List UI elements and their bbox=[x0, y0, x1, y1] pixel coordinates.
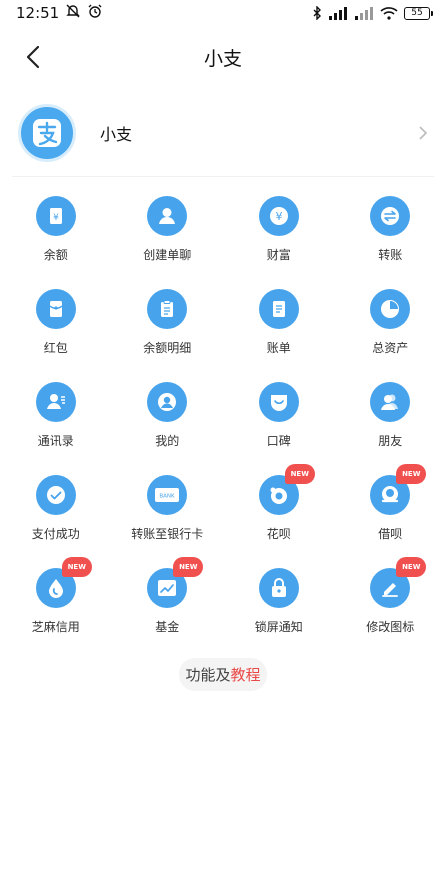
new-badge: NEW bbox=[284, 464, 315, 484]
battery-icon: 55 bbox=[404, 6, 433, 20]
check-icon bbox=[35, 475, 76, 515]
page-title: 小支 bbox=[203, 48, 242, 70]
svg-text:¥: ¥ bbox=[275, 210, 282, 223]
tile-lock-screen-notice[interactable]: 锁屏通知 bbox=[223, 566, 335, 634]
tile-label: 修改图标 bbox=[366, 620, 415, 634]
tutorial-link[interactable]: 功能及教程 bbox=[179, 658, 267, 691]
profile-name: 小支 bbox=[100, 125, 133, 144]
tile-friends[interactable]: 朋友 bbox=[335, 380, 446, 448]
tile-label: 红包 bbox=[43, 341, 68, 355]
bill-icon bbox=[258, 289, 299, 329]
tile-label: 口碑 bbox=[266, 434, 291, 448]
new-badge: NEW bbox=[173, 557, 204, 577]
tile-bill[interactable]: 账单 bbox=[223, 287, 335, 355]
muted-bell-icon bbox=[65, 3, 81, 23]
new-badge: NEW bbox=[396, 557, 427, 577]
tile-label: 基金 bbox=[155, 620, 180, 634]
lock-icon bbox=[258, 568, 299, 608]
tile-change-icon[interactable]: NEW 修改图标 bbox=[335, 557, 446, 634]
signal-icon bbox=[354, 6, 374, 20]
new-badge: NEW bbox=[61, 557, 92, 577]
tile-balance-detail[interactable]: 余额明细 bbox=[112, 287, 224, 355]
tile-sesame-credit[interactable]: NEW 芝麻信用 bbox=[0, 557, 112, 634]
nav-bar: 小支 bbox=[0, 30, 446, 84]
tile-label: 锁屏通知 bbox=[254, 620, 303, 634]
tile-transfer-to-bank[interactable]: BANK 转账至银行卡 bbox=[112, 473, 224, 541]
tile-label: 借呗 bbox=[378, 527, 403, 541]
tutorial-accent: 教程 bbox=[230, 666, 261, 684]
tile-transfer[interactable]: 转账 bbox=[335, 194, 446, 262]
tile-label: 花呗 bbox=[266, 527, 291, 541]
tile-mine[interactable]: 我的 bbox=[112, 380, 224, 448]
clock-time: 12:51 bbox=[16, 4, 60, 22]
tile-label: 我的 bbox=[155, 434, 180, 448]
tile-label: 总资产 bbox=[372, 341, 409, 355]
battery-level: 55 bbox=[411, 7, 423, 18]
tile-huabei[interactable]: NEW 花呗 bbox=[223, 464, 335, 541]
bank-card-icon: BANK bbox=[147, 475, 188, 515]
friends-icon bbox=[370, 382, 411, 422]
tile-label: 转账至银行卡 bbox=[131, 527, 204, 541]
tile-label: 芝麻信用 bbox=[31, 620, 80, 634]
tile-label: 朋友 bbox=[378, 434, 403, 448]
tutorial-section: 功能及教程 bbox=[0, 658, 446, 691]
tile-label: 创建单聊 bbox=[143, 248, 192, 262]
tile-label: 账单 bbox=[266, 341, 291, 355]
wifi-icon bbox=[380, 6, 398, 20]
tile-koubei[interactable]: 口碑 bbox=[223, 380, 335, 448]
yuan-icon: ¥ bbox=[258, 196, 299, 236]
profile-row[interactable]: 小支 bbox=[12, 100, 434, 166]
status-bar: 12:51 55 bbox=[0, 0, 446, 26]
tile-fund[interactable]: NEW 基金 bbox=[112, 557, 224, 634]
wallet-icon: ¥ bbox=[35, 196, 76, 236]
tile-contacts[interactable]: 通讯录 bbox=[0, 380, 112, 448]
tile-wealth[interactable]: ¥ 财富 bbox=[223, 194, 335, 262]
svg-text:¥: ¥ bbox=[53, 213, 59, 223]
tile-balance[interactable]: ¥ 余额 bbox=[0, 194, 112, 262]
tile-jiebei[interactable]: NEW 借呗 bbox=[335, 464, 446, 541]
tile-create-chat[interactable]: 创建单聊 bbox=[112, 194, 224, 262]
alarm-icon bbox=[87, 3, 103, 23]
tutorial-prefix: 功能及 bbox=[185, 666, 231, 684]
pie-chart-icon bbox=[370, 289, 411, 329]
clipboard-icon bbox=[147, 289, 188, 329]
person-icon bbox=[147, 196, 188, 236]
tile-total-assets[interactable]: 总资产 bbox=[335, 287, 446, 355]
divider bbox=[12, 176, 434, 177]
bank-card-text: BANK bbox=[160, 494, 176, 500]
alipay-logo-avatar bbox=[18, 104, 76, 162]
tile-red-packet[interactable]: 红包 bbox=[0, 287, 112, 355]
tile-label: 转账 bbox=[378, 248, 403, 262]
contacts-icon bbox=[35, 382, 76, 422]
function-grid: ¥ 余额 创建单聊 ¥ 财富 转账 红包 余额明细 账单 总资产 通讯录 我的 … bbox=[0, 194, 446, 634]
new-badge: NEW bbox=[396, 464, 427, 484]
bluetooth-icon bbox=[312, 6, 322, 20]
tile-label: 财富 bbox=[266, 248, 291, 262]
tile-label: 支付成功 bbox=[31, 527, 80, 541]
profile-icon bbox=[147, 382, 188, 422]
chevron-right-icon bbox=[419, 126, 428, 140]
tile-label: 余额明细 bbox=[143, 341, 192, 355]
tile-payment-success[interactable]: 支付成功 bbox=[0, 473, 112, 541]
smile-bag-icon bbox=[258, 382, 299, 422]
red-packet-icon bbox=[35, 289, 76, 329]
tile-label: 通讯录 bbox=[37, 434, 74, 448]
signal-hd-icon bbox=[328, 6, 348, 20]
transfer-icon bbox=[370, 196, 411, 236]
tile-label: 余额 bbox=[43, 248, 68, 262]
